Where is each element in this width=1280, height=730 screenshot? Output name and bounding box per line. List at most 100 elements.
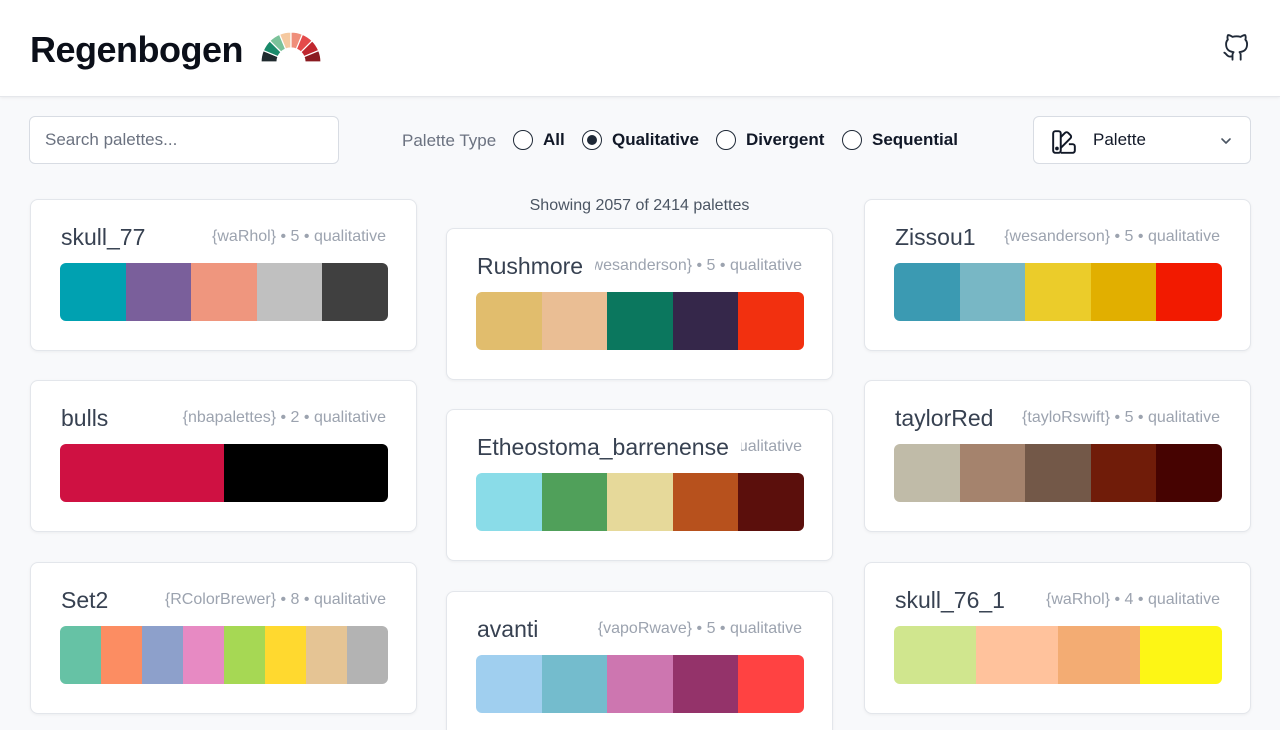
app-title: Regenbogen bbox=[30, 29, 244, 70]
color-swatch[interactable] bbox=[60, 626, 101, 684]
palette-name: avanti bbox=[477, 616, 551, 643]
color-swatch[interactable] bbox=[1156, 263, 1222, 321]
palette-card[interactable]: taylorRed {tayloRswift} • 5 • qualitative bbox=[864, 380, 1251, 532]
color-swatch[interactable] bbox=[60, 263, 126, 321]
color-swatch[interactable] bbox=[738, 292, 804, 350]
palette-name: bulls bbox=[61, 405, 121, 432]
radio-qualitative[interactable]: Qualitative bbox=[582, 129, 699, 151]
search-input[interactable] bbox=[29, 116, 339, 164]
color-swatch[interactable] bbox=[322, 263, 388, 321]
color-swatch[interactable] bbox=[738, 655, 804, 713]
palette-meta: {nbapalettes} • 2 • qualitative bbox=[182, 409, 386, 426]
color-swatch[interactable] bbox=[894, 444, 960, 502]
color-swatch[interactable] bbox=[894, 626, 976, 684]
github-icon[interactable] bbox=[1222, 34, 1250, 62]
palette-swatch-strip bbox=[894, 626, 1222, 684]
radio-all[interactable]: All bbox=[513, 129, 565, 151]
color-swatch[interactable] bbox=[738, 473, 804, 531]
palette-swatch-strip bbox=[894, 263, 1222, 321]
radio-qualitative-label[interactable]: Qualitative bbox=[612, 130, 699, 150]
color-swatch[interactable] bbox=[607, 292, 673, 350]
color-swatch[interactable] bbox=[959, 263, 1026, 321]
palette-name: Etheostoma_barrenense bbox=[477, 434, 741, 461]
color-swatch[interactable] bbox=[142, 626, 183, 684]
palette-card[interactable]: Zissou1 {wesanderson} • 5 • qualitative bbox=[864, 199, 1251, 351]
radio-sequential-circle[interactable] bbox=[842, 130, 862, 150]
radio-qualitative-circle[interactable] bbox=[582, 130, 602, 150]
color-swatch[interactable] bbox=[476, 292, 542, 350]
color-swatch[interactable] bbox=[183, 626, 224, 684]
palette-swatch-strip bbox=[60, 444, 388, 502]
color-swatch[interactable] bbox=[1025, 444, 1091, 502]
color-swatch[interactable] bbox=[1058, 626, 1140, 684]
palette-card[interactable]: Rushmore {wesanderson} • 5 • qualitative bbox=[446, 228, 833, 380]
rainbow-logo-icon bbox=[260, 31, 322, 63]
color-swatch[interactable] bbox=[976, 626, 1058, 684]
color-swatch[interactable] bbox=[1090, 444, 1157, 502]
palette-name: Zissou1 bbox=[895, 224, 988, 251]
palette-card[interactable]: skull_76_1 {waRhol} • 4 • qualitative bbox=[864, 562, 1251, 714]
palette-meta: {waRhol} • 5 • qualitative bbox=[212, 228, 386, 245]
color-swatch[interactable] bbox=[256, 263, 323, 321]
color-swatch[interactable] bbox=[894, 263, 960, 321]
color-swatch[interactable] bbox=[306, 626, 347, 684]
color-swatch[interactable] bbox=[541, 473, 608, 531]
color-swatch[interactable] bbox=[347, 626, 388, 684]
color-swatch[interactable] bbox=[476, 473, 542, 531]
palette-type-label: Palette Type bbox=[402, 131, 497, 150]
view-select-value: Palette bbox=[1093, 130, 1146, 149]
palette-card[interactable]: bulls {nbapalettes} • 2 • qualitative bbox=[30, 380, 417, 532]
palette-swatch-strip bbox=[476, 473, 804, 531]
palette-name: Set2 bbox=[61, 587, 121, 614]
chevron-down-icon bbox=[1221, 138, 1231, 144]
app-header: Regenbogen bbox=[0, 0, 1280, 97]
radio-sequential[interactable]: Sequential bbox=[842, 129, 958, 151]
color-swatch[interactable] bbox=[672, 292, 739, 350]
radio-divergent-label[interactable]: Divergent bbox=[746, 130, 824, 150]
palette-swatch-strip bbox=[60, 263, 388, 321]
palette-swatch-strip bbox=[476, 655, 804, 713]
palette-meta: {RColorBrewer} • 8 • qualitative bbox=[164, 591, 386, 608]
color-swatch[interactable] bbox=[101, 626, 142, 684]
palette-name: taylorRed bbox=[895, 405, 1006, 432]
palette-name: skull_76_1 bbox=[895, 587, 1017, 614]
palette-meta: {waRhol} • 4 • qualitative bbox=[1046, 591, 1220, 608]
palette-card[interactable]: Set2 {RColorBrewer} • 8 • qualitative bbox=[30, 562, 417, 714]
color-swatch[interactable] bbox=[672, 655, 739, 713]
color-swatch[interactable] bbox=[1090, 263, 1157, 321]
color-swatch[interactable] bbox=[125, 263, 192, 321]
palette-card[interactable]: avanti {vapoRwave} • 5 • qualitative bbox=[446, 591, 833, 730]
color-swatch[interactable] bbox=[60, 444, 224, 502]
radio-divergent-circle[interactable] bbox=[716, 130, 736, 150]
color-swatch[interactable] bbox=[607, 655, 673, 713]
color-swatch[interactable] bbox=[541, 655, 608, 713]
color-swatch[interactable] bbox=[607, 473, 673, 531]
color-swatch[interactable] bbox=[541, 292, 608, 350]
palette-swatch-strip bbox=[476, 292, 804, 350]
radio-all-circle[interactable] bbox=[513, 130, 533, 150]
color-swatch[interactable] bbox=[959, 444, 1026, 502]
palette-name: Rushmore bbox=[477, 253, 596, 280]
palette-swatch-strip bbox=[60, 626, 388, 684]
color-swatch[interactable] bbox=[191, 263, 257, 321]
palette-name: skull_77 bbox=[61, 224, 158, 251]
color-swatch[interactable] bbox=[265, 626, 306, 684]
color-swatch[interactable] bbox=[672, 473, 739, 531]
radio-all-label[interactable]: All bbox=[543, 130, 565, 150]
color-swatch[interactable] bbox=[224, 444, 388, 502]
radio-divergent[interactable]: Divergent bbox=[716, 129, 824, 151]
palette-meta: {wesanderson} • 5 • qualitative bbox=[586, 257, 802, 274]
palette-card[interactable]: skull_77 {waRhol} • 5 • qualitative bbox=[30, 199, 417, 351]
palette-icon bbox=[1052, 130, 1076, 154]
radio-sequential-label[interactable]: Sequential bbox=[872, 130, 958, 150]
palette-meta: {vapoRwave} • 5 • qualitative bbox=[597, 620, 802, 637]
palette-meta: {tayloRswift} • 5 • qualitative bbox=[1022, 409, 1220, 426]
color-swatch[interactable] bbox=[1025, 263, 1091, 321]
view-select[interactable]: Palette bbox=[1033, 116, 1251, 164]
results-count: Showing 2057 of 2414 palettes bbox=[529, 197, 750, 214]
color-swatch[interactable] bbox=[224, 626, 265, 684]
color-swatch[interactable] bbox=[1140, 626, 1222, 684]
color-swatch[interactable] bbox=[476, 655, 542, 713]
palette-card[interactable]: Etheostoma_barrenense{fishualize} • 5 • … bbox=[446, 409, 833, 561]
color-swatch[interactable] bbox=[1156, 444, 1222, 502]
